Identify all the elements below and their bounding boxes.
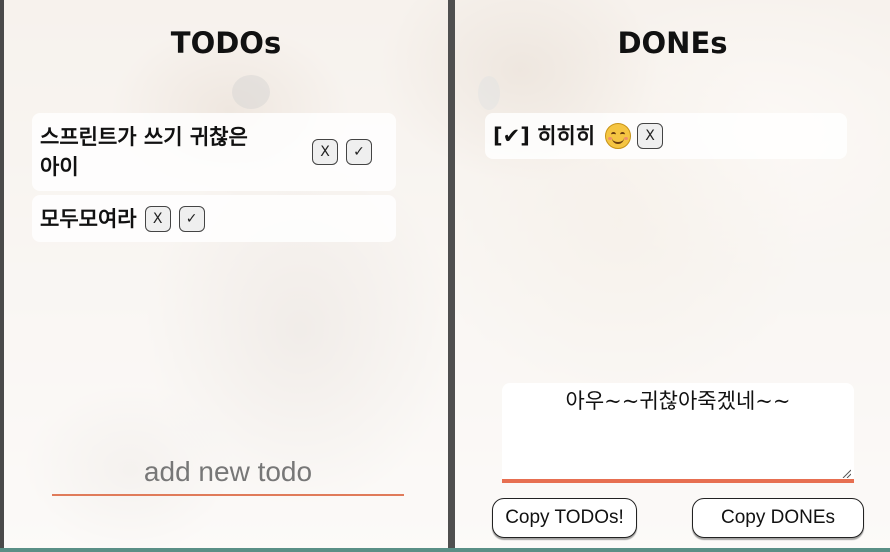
smiling-face-icon: [605, 123, 632, 149]
dones-panel: DONEs [✔] 히히히 X 아우~~귀찮아죽겠네~~ Copy TODOs!…: [455, 0, 890, 552]
delete-todo-button[interactable]: X: [144, 205, 171, 232]
todo-item-text: 모두모여라: [40, 206, 137, 231]
copy-dones-button[interactable]: Copy DONEs: [692, 498, 864, 538]
copy-todos-button[interactable]: Copy TODOs!: [492, 498, 637, 538]
delete-todo-button[interactable]: X: [312, 139, 338, 165]
resize-handle-icon[interactable]: [841, 468, 851, 478]
todo-item-text: 스프린트가 쓰기 귀찮은 아이: [40, 122, 308, 182]
delete-done-button[interactable]: X: [637, 123, 664, 149]
panel-divider: [448, 0, 455, 552]
complete-todo-button[interactable]: ✓: [178, 205, 205, 232]
todo-item: 모두모여라 X ✓: [32, 195, 396, 242]
todos-title: TODOs: [170, 26, 282, 60]
new-todo-input[interactable]: [52, 450, 404, 496]
todo-item-text-line1: 스프린트가 쓰기 귀찮은: [40, 125, 248, 149]
dones-title: DONEs: [617, 26, 728, 60]
done-item-text: [✔] 히히히: [493, 124, 596, 148]
bottom-edge: [0, 548, 890, 552]
todos-panel: TODOs 스프린트가 쓰기 귀찮은 아이 X ✓ 모두모여라 X ✓: [4, 0, 448, 552]
todo-item: 스프린트가 쓰기 귀찮은 아이 X ✓: [32, 113, 396, 191]
memo-textarea[interactable]: 아우~~귀찮아죽겠네~~: [502, 383, 854, 483]
window-border: [0, 0, 4, 552]
complete-todo-button[interactable]: ✓: [346, 139, 372, 165]
todo-item-text-line2: 아이: [40, 155, 79, 179]
done-item: [✔] 히히히 X: [485, 113, 847, 159]
